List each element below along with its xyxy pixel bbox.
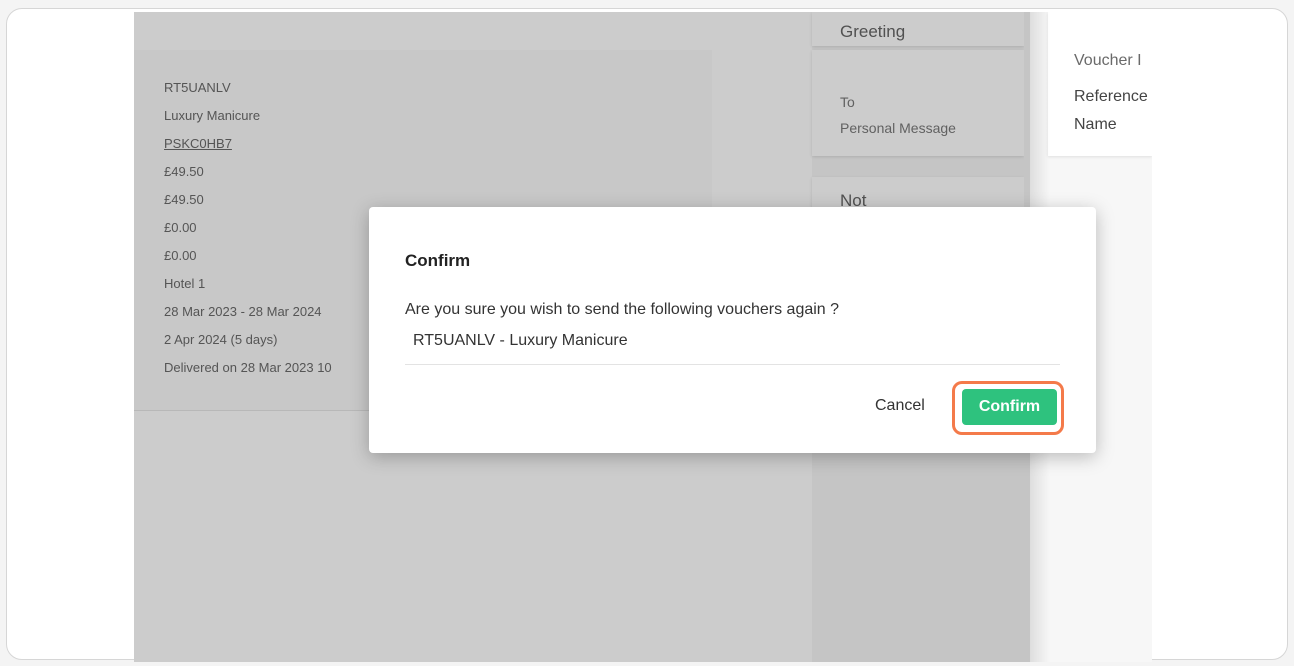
dialog-message: Are you sure you wish to send the follow… (405, 301, 840, 318)
confirm-dialog: Confirm Are you sure you wish to send th… (369, 207, 1096, 453)
cancel-button[interactable]: Cancel (875, 397, 925, 415)
reference-label: Reference (1074, 88, 1148, 105)
voucher-info-card: Voucher I Reference Name (1048, 12, 1152, 156)
dialog-title: Confirm (405, 251, 471, 270)
voucher-info-title: Voucher I (1074, 52, 1142, 69)
confirm-button[interactable]: Confirm (962, 389, 1057, 425)
name-label: Name (1074, 116, 1117, 133)
dialog-divider (405, 364, 1060, 365)
dialog-voucher-item: RT5UANLV - Luxury Manicure (413, 332, 628, 349)
